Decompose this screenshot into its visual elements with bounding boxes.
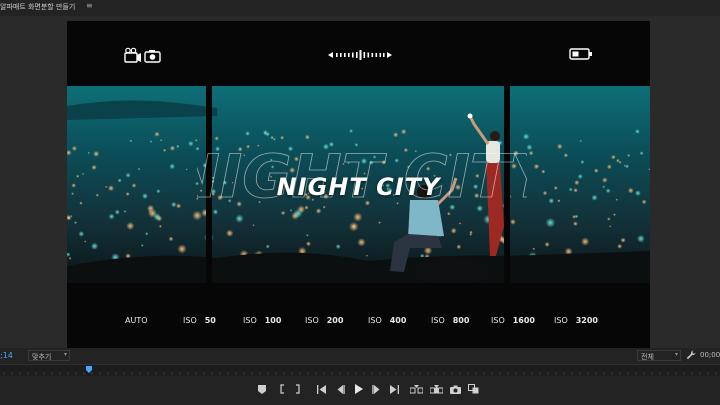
iso-label: ISO (554, 316, 568, 325)
iso-value: 200 (326, 316, 344, 325)
iso-item: ISO 400 (368, 316, 406, 325)
step-back-icon (337, 384, 345, 394)
program-monitor: NIGHT CITY NIGHT CITY AUTOISO50ISO100ISO… (0, 16, 720, 348)
duration-timecode: 00;00 (700, 351, 720, 359)
iso-value: 1600 (512, 316, 535, 325)
step-forward-button[interactable] (369, 383, 383, 395)
playhead-timecode[interactable]: ;14 (0, 351, 13, 360)
iso-value: 50 (204, 316, 216, 325)
iso-item: ISO 100 (243, 316, 281, 325)
iso-item: ISO 200 (305, 316, 343, 325)
mark-in-icon (280, 384, 284, 394)
chevron-down-icon: ▾ (63, 351, 67, 358)
marker-icon (258, 384, 266, 394)
step-forward-icon (371, 384, 379, 394)
program-canvas[interactable]: NIGHT CITY NIGHT CITY AUTOISO50ISO100ISO… (67, 21, 650, 348)
play-icon (354, 384, 363, 394)
title-text: NIGHT CITY (276, 173, 441, 201)
insert-icon (409, 384, 423, 393)
export-frame-button[interactable] (448, 383, 462, 395)
zoom-fit-label: 맞추기 (32, 353, 52, 361)
go-to-out-button[interactable] (387, 383, 401, 395)
iso-label: ISO (491, 316, 505, 325)
iso-label: AUTO (125, 316, 148, 325)
go-to-in-button[interactable] (315, 383, 329, 395)
timeline-ruler (3, 372, 717, 375)
iso-label: ISO (368, 316, 382, 325)
iso-value: 3200 (575, 316, 598, 325)
step-back-button[interactable] (333, 383, 347, 395)
wrench-icon[interactable] (686, 350, 696, 360)
iso-item: ISO 50 (183, 316, 216, 325)
iso-scale: AUTO ISO 50 ISO 100 ISO 200 ISO 400 ISO 800 ISO 1600… (67, 316, 650, 330)
iso-value: 400 (389, 316, 407, 325)
iso-item: AUTO (125, 316, 156, 325)
camera-icon (449, 385, 461, 394)
iso-label: ISO (243, 316, 257, 325)
overwrite-button[interactable] (429, 383, 443, 395)
comparison-view-icon (467, 384, 478, 394)
battery-icon (569, 48, 592, 60)
zoom-fit-select[interactable]: 맞추기 ▾ (28, 350, 70, 361)
zoom-dial-icon (328, 50, 392, 60)
panel-title[interactable]: 알파매트 화면분할 만들기 (0, 2, 75, 12)
play-button[interactable] (351, 383, 365, 395)
go-to-out-icon (390, 384, 399, 394)
playback-resolution-select[interactable]: 전체 ▾ (637, 350, 681, 361)
mini-timeline[interactable] (0, 364, 720, 376)
iso-label: ISO (183, 316, 197, 325)
panel-menu-icon[interactable]: ≡ (86, 1, 93, 10)
video-camera-icon (124, 47, 161, 63)
overwrite-icon (429, 384, 443, 393)
mark-out-button[interactable] (291, 383, 305, 395)
iso-label: ISO (431, 316, 445, 325)
chevron-down-icon: ▾ (674, 351, 678, 358)
iso-item: ISO 3200 (554, 316, 598, 325)
iso-item: ISO 800 (431, 316, 469, 325)
iso-value: 800 (452, 316, 470, 325)
go-to-in-icon (317, 384, 326, 394)
iso-item: ISO 1600 (491, 316, 535, 325)
iso-value: 100 (264, 316, 282, 325)
iso-label: ISO (305, 316, 319, 325)
monitor-status-bar: ;14 맞추기 ▾ 전체 ▾ 00;00 (0, 348, 720, 364)
comparison-view-button[interactable] (466, 383, 480, 395)
panel-header: 알파매트 화면분할 만들기 ≡ (0, 0, 720, 16)
mark-out-icon (296, 384, 300, 394)
photo-camera-icon (144, 50, 161, 63)
resolution-label: 전체 (641, 353, 654, 361)
playhead-marker[interactable] (86, 366, 92, 373)
insert-button[interactable] (409, 383, 423, 395)
transport-controls (0, 376, 720, 405)
add-marker-button[interactable] (255, 383, 269, 395)
mark-in-button[interactable] (275, 383, 289, 395)
